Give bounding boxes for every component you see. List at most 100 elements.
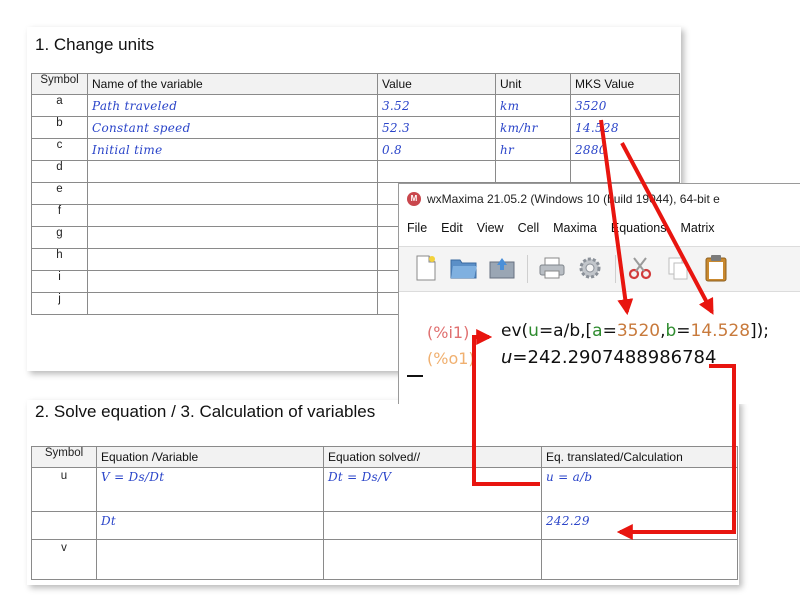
table-row: a Path traveled 3.52 km 3520 [31,94,680,117]
table-row: Dt 242.29 [31,511,738,540]
copy-icon[interactable] [663,253,693,283]
name-cell[interactable] [87,160,378,183]
menu-view[interactable]: View [477,221,504,235]
equation-cell[interactable]: Dt [96,511,324,540]
value-cell[interactable]: 0.8 [377,138,496,161]
value-cell[interactable]: 3.52 [377,94,496,117]
value-cell[interactable]: 52.3 [377,116,496,139]
input-label: (%i1) [427,323,470,342]
solve-equation-sheet: 2. Solve equation / 3. Calculation of va… [27,400,739,585]
wxmaxima-logo-icon: M [407,192,421,206]
translated-cell[interactable] [541,539,738,580]
symbol-cell[interactable]: b [31,116,88,139]
symbol-cell[interactable] [31,511,97,540]
translated-cell[interactable]: 242.29 [541,511,738,540]
save-icon[interactable] [487,253,517,283]
input-expression[interactable]: ev(u=a/b,[a=3520,b=14.528]); [501,321,769,341]
name-cell[interactable] [87,182,378,205]
name-cell[interactable] [87,292,378,315]
symbol-cell[interactable]: i [31,270,88,293]
mks-cell[interactable]: 2880 [570,138,680,161]
symbol-cell[interactable]: e [31,182,88,205]
expr-part: = [676,321,691,341]
name-cell[interactable]: Initial time [87,138,378,161]
new-document-icon[interactable] [411,253,441,283]
expr-number-a: 3520 [616,321,661,341]
symbol-cell[interactable]: f [31,204,88,227]
toolbar-separator [615,255,616,283]
expr-var-a: a [592,321,603,341]
equation-cell[interactable]: V = Ds/Dt [96,467,324,512]
menu-matrix[interactable]: Matrix [681,221,715,235]
symbol-cell[interactable]: g [31,226,88,249]
translated-cell[interactable]: u = a/b [541,467,738,512]
name-cell[interactable] [87,226,378,249]
settings-gear-icon[interactable] [575,253,605,283]
output-variable: u [501,347,513,368]
name-cell[interactable] [87,248,378,271]
window-title: wxMaxima 21.05.2 (Windows 10 (build 1904… [427,192,720,206]
value-cell[interactable] [377,160,496,183]
name-cell[interactable] [87,270,378,293]
output-label: (%o1) [427,349,475,368]
paste-clipboard-icon[interactable] [701,253,731,283]
mks-cell[interactable] [570,160,680,183]
menu-cell[interactable]: Cell [518,221,540,235]
section-title-solve-equation: 2. Solve equation / 3. Calculation of va… [35,402,376,421]
table-header-row: Symbol Name of the variable Value Unit M… [31,73,680,95]
mks-cell[interactable]: 3520 [570,94,680,117]
menu-maxima[interactable]: Maxima [553,221,597,235]
menu-equations[interactable]: Equations [611,221,667,235]
unit-cell[interactable]: km [495,94,571,117]
unit-cell[interactable] [495,160,571,183]
cut-scissors-icon[interactable] [625,253,655,283]
table-row: b Constant speed 52.3 km/hr 14.528 [31,116,680,139]
section-title-change-units: 1. Change units [35,35,155,54]
worksheet-area[interactable]: (%i1) ev(u=a/b,[a=3520,b=14.528]); (%o1)… [399,292,800,404]
print-icon[interactable] [537,253,567,283]
output-expression: u=242.2907488986784 [501,347,716,368]
table-row: c Initial time 0.8 hr 2880 [31,138,680,161]
header-value: Value [377,73,496,95]
expr-part: = [602,321,617,341]
header-unit: Unit [495,73,571,95]
header-symbol: Symbol [31,446,97,468]
table-row: u V = Ds/Dt Dt = Ds/V u = a/b [31,467,738,512]
solved-cell[interactable] [323,539,542,580]
mks-cell[interactable]: 14.528 [570,116,680,139]
wxmaxima-window: M wxMaxima 21.05.2 (Windows 10 (build 19… [398,183,800,404]
solved-cell[interactable]: Dt = Ds/V [323,467,542,512]
expr-var-b: b [665,321,677,341]
menu-bar: File Edit View Cell Maxima Equations Mat… [399,214,800,242]
output-value: =242.2907488986784 [512,347,717,368]
expr-fn: ev( [501,321,529,341]
toolbar [399,246,800,292]
symbol-cell[interactable]: a [31,94,88,117]
symbol-cell[interactable]: c [31,138,88,161]
symbol-cell[interactable]: h [31,248,88,271]
table-header-row: Symbol Equation /Variable Equation solve… [31,446,738,468]
unit-cell[interactable]: hr [495,138,571,161]
header-symbol: Symbol [31,73,88,95]
open-folder-icon[interactable] [449,253,479,283]
name-cell[interactable]: Path traveled [87,94,378,117]
menu-edit[interactable]: Edit [441,221,463,235]
solved-cell[interactable] [323,511,542,540]
wxmaxima-title-bar[interactable]: M wxMaxima 21.05.2 (Windows 10 (build 19… [399,184,800,214]
menu-file[interactable]: File [407,221,427,235]
table-row: v [31,539,738,580]
cell-cursor [407,375,423,377]
table-row: d [31,160,680,183]
header-mks-value: MKS Value [570,73,680,95]
symbol-cell[interactable]: u [31,467,97,512]
unit-cell[interactable]: km/hr [495,116,571,139]
symbol-cell[interactable]: v [31,539,97,580]
solve-equation-table: Symbol Equation /Variable Equation solve… [31,446,738,580]
header-eq-translated: Eq. translated/Calculation [541,446,738,468]
symbol-cell[interactable]: j [31,292,88,315]
equation-cell[interactable] [96,539,324,580]
header-equation-solved: Equation solved// [323,446,542,468]
name-cell[interactable]: Constant speed [87,116,378,139]
symbol-cell[interactable]: d [31,160,88,183]
name-cell[interactable] [87,204,378,227]
